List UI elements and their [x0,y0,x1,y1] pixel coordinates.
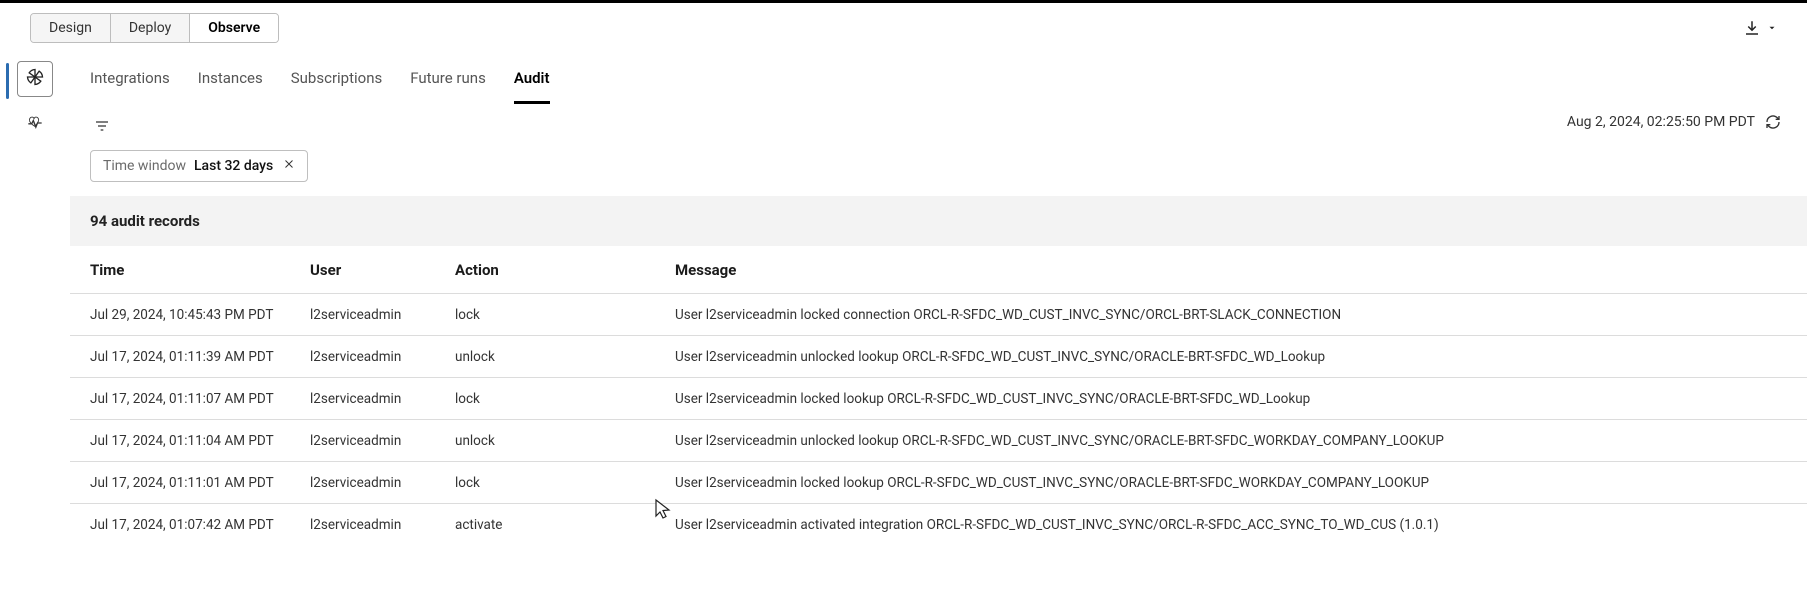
cell-time: Jul 17, 2024, 01:11:04 AM PDT [90,433,310,449]
mode-tab-deploy[interactable]: Deploy [111,14,190,42]
tab-integrations[interactable]: Integrations [90,69,170,104]
rail-btn-health[interactable] [17,107,53,143]
cell-message: User l2serviceadmin unlocked lookup ORCL… [675,433,1787,449]
cell-action: lock [455,391,675,407]
tab-instances[interactable]: Instances [198,69,263,104]
cell-message: User l2serviceadmin locked connection OR… [675,307,1787,323]
cell-user: l2serviceadmin [310,475,455,491]
mode-tab-design[interactable]: Design [31,14,111,42]
heart-health-icon [25,113,45,137]
caret-down-icon [1767,23,1777,33]
filter-bar: Aug 2, 2024, 02:25:50 PM PDT [70,104,1807,148]
rail-active-indicator [6,63,9,99]
table-row[interactable]: Jul 17, 2024, 01:11:04 AM PDT l2servicea… [70,420,1807,462]
cell-time: Jul 29, 2024, 10:45:43 PM PDT [90,307,310,323]
records-summary: 94 audit records [70,196,1807,246]
audit-table: Time User Action Message Jul 29, 2024, 1… [70,246,1807,546]
download-icon [1743,19,1761,37]
cell-user: l2serviceadmin [310,517,455,533]
filter-icon[interactable] [90,114,114,138]
cell-time: Jul 17, 2024, 01:07:42 AM PDT [90,517,310,533]
observe-sub-tabs: Integrations Instances Subscriptions Fut… [70,53,1807,104]
table-row[interactable]: Jul 17, 2024, 01:11:07 AM PDT l2servicea… [70,378,1807,420]
mode-tab-observe[interactable]: Observe [190,14,278,42]
tab-future-runs[interactable]: Future runs [410,69,486,104]
col-user[interactable]: User [310,261,455,279]
download-menu[interactable] [1743,19,1777,37]
cell-message: User l2serviceadmin locked lookup ORCL-R… [675,475,1787,491]
cell-time: Jul 17, 2024, 01:11:07 AM PDT [90,391,310,407]
cell-action: activate [455,517,675,533]
col-time[interactable]: Time [90,261,310,279]
rail-btn-dashboard[interactable] [17,61,53,97]
close-icon [283,158,295,174]
chip-label: Time window [103,158,186,174]
cell-time: Jul 17, 2024, 01:11:01 AM PDT [90,475,310,491]
refresh-icon[interactable] [1765,114,1781,130]
cell-user: l2serviceadmin [310,433,455,449]
pinwheel-icon [25,67,45,91]
cell-message: User l2serviceadmin activated integratio… [675,517,1787,533]
mode-tabs: Design Deploy Observe [30,13,279,43]
cell-message: User l2serviceadmin locked lookup ORCL-R… [675,391,1787,407]
cell-action: unlock [455,433,675,449]
cell-user: l2serviceadmin [310,307,455,323]
cell-user: l2serviceadmin [310,391,455,407]
tab-audit[interactable]: Audit [514,69,550,104]
filter-chip-row: Time window Last 32 days [70,148,1807,196]
cell-message: User l2serviceadmin unlocked lookup ORCL… [675,349,1787,365]
left-rail [0,53,70,601]
cell-user: l2serviceadmin [310,349,455,365]
table-header-row: Time User Action Message [70,246,1807,294]
col-message[interactable]: Message [675,261,1787,279]
mode-toolbar: Design Deploy Observe [0,3,1807,53]
table-row[interactable]: Jul 17, 2024, 01:07:42 AM PDT l2servicea… [70,504,1807,546]
chip-close[interactable] [283,158,295,174]
chip-value: Last 32 days [194,158,273,174]
table-row[interactable]: Jul 17, 2024, 01:11:01 AM PDT l2servicea… [70,462,1807,504]
page-timestamp: Aug 2, 2024, 02:25:50 PM PDT [1567,114,1755,130]
cell-action: lock [455,475,675,491]
cell-action: unlock [455,349,675,365]
table-row[interactable]: Jul 29, 2024, 10:45:43 PM PDT l2servicea… [70,294,1807,336]
col-action[interactable]: Action [455,261,675,279]
tab-subscriptions[interactable]: Subscriptions [291,69,382,104]
cell-action: lock [455,307,675,323]
cell-time: Jul 17, 2024, 01:11:39 AM PDT [90,349,310,365]
page-timestamp-area: Aug 2, 2024, 02:25:50 PM PDT [1567,114,1781,130]
table-row[interactable]: Jul 17, 2024, 01:11:39 AM PDT l2servicea… [70,336,1807,378]
main-area: Integrations Instances Subscriptions Fut… [70,53,1807,601]
time-window-chip[interactable]: Time window Last 32 days [90,150,308,182]
